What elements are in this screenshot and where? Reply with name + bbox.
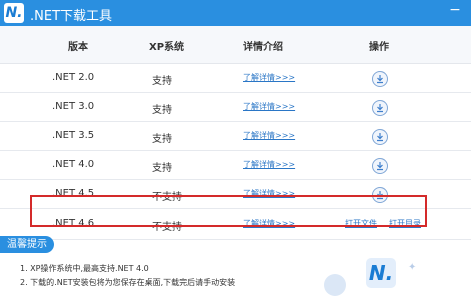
column-header-details: 详情介绍 <box>243 42 283 53</box>
window-title: .NET下载工具 <box>30 9 113 24</box>
download-icon[interactable] <box>372 129 388 145</box>
column-header-action: 操作 <box>369 42 389 53</box>
version-cell: .NET 3.5 <box>52 130 95 141</box>
download-icon[interactable] <box>372 158 388 174</box>
version-cell: .NET 2.0 <box>52 72 95 83</box>
details-link[interactable]: 了解详情>>> <box>243 159 295 170</box>
details-link[interactable]: 了解详情>>> <box>243 72 295 83</box>
table-row: .NET 2.0 支持 了解详情>>> <box>0 64 471 93</box>
version-cell: .NET 4.0 <box>52 159 95 170</box>
table-row: .NET 3.5 支持 了解详情>>> <box>0 122 471 151</box>
download-icon[interactable] <box>372 71 388 87</box>
net-logo-icon: N. <box>366 258 396 288</box>
table-header: 版本 XP系统 详情介绍 操作 <box>0 26 471 64</box>
tips-badge: 温馨提示 <box>0 236 54 253</box>
details-link[interactable]: 了解详情>>> <box>243 101 295 112</box>
table-row: .NET 4.0 支持 了解详情>>> <box>0 151 471 180</box>
column-header-xp: XP系统 <box>149 42 185 53</box>
xp-support-cell: 支持 <box>152 105 172 116</box>
column-header-version: 版本 <box>68 42 88 53</box>
table-row: .NET 3.0 支持 了解详情>>> <box>0 93 471 122</box>
decorative-circle <box>324 274 346 296</box>
xp-support-cell: 支持 <box>152 76 172 87</box>
tip-item: 1. XP操作系统中,最高支持.NET 4.0 <box>20 264 149 273</box>
tip-item: 2. 下载的.NET安装包将为您保存在桌面,下载完后请手动安装 <box>20 278 236 287</box>
xp-support-cell: 支持 <box>152 134 172 145</box>
xp-support-cell: 支持 <box>152 163 172 174</box>
minimize-button[interactable]: − <box>447 3 463 19</box>
selection-highlight <box>30 195 427 227</box>
title-bar: N. .NET下载工具 − <box>0 0 471 26</box>
download-icon[interactable] <box>372 100 388 116</box>
details-link[interactable]: 了解详情>>> <box>243 130 295 141</box>
app-logo: N. <box>4 3 24 23</box>
sparkle-icon: ✦ <box>408 262 417 273</box>
version-cell: .NET 3.0 <box>52 101 95 112</box>
